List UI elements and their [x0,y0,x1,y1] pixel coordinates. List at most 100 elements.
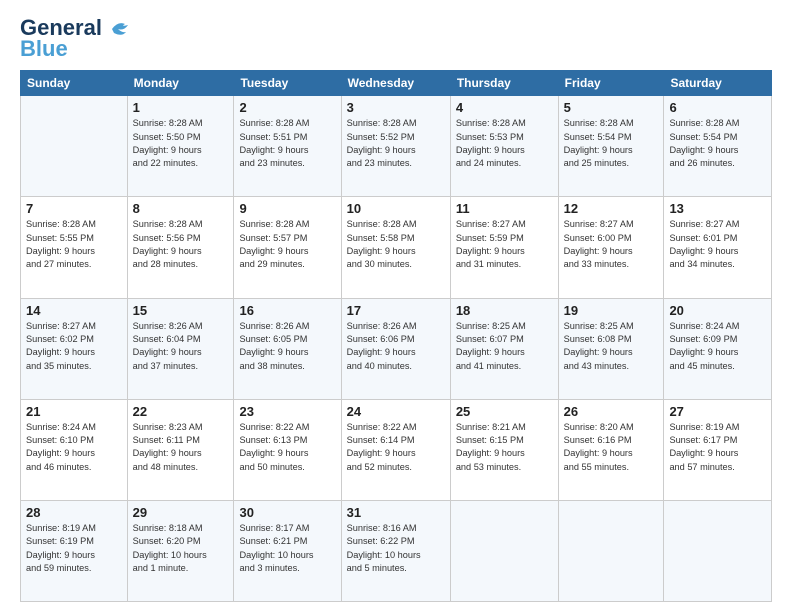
day-number: 27 [669,404,766,419]
day-number: 4 [456,100,553,115]
day-number: 18 [456,303,553,318]
weekday-header-saturday: Saturday [664,71,772,96]
calendar-cell: 7Sunrise: 8:28 AM Sunset: 5:55 PM Daylig… [21,197,128,298]
day-number: 29 [133,505,229,520]
day-info: Sunrise: 8:27 AM Sunset: 6:00 PM Dayligh… [564,218,659,271]
weekday-header-tuesday: Tuesday [234,71,341,96]
day-number: 28 [26,505,122,520]
day-number: 16 [239,303,335,318]
header: General Blue [20,16,772,62]
calendar-cell: 23 Sunrise: 8:22 AM Sunset: 6:13 PM Dayli… [234,399,341,500]
calendar-cell: 12 Sunrise: 8:27 AM Sunset: 6:00 PM Dayli… [558,197,664,298]
day-number: 11 [456,201,553,216]
calendar-cell: 2 Sunrise: 8:28 AM Sunset: 5:51 PM Daylig… [234,96,341,197]
day-number: 23 [239,404,335,419]
calendar-cell: 9Sunrise: 8:28 AM Sunset: 5:57 PM Daylig… [234,197,341,298]
calendar-cell [450,500,558,601]
day-info: Sunrise: 8:22 AM Sunset: 6:14 PM Dayligh… [347,421,445,474]
weekday-header-sunday: Sunday [21,71,128,96]
day-info: Sunrise: 8:21 AM Sunset: 6:15 PM Dayligh… [456,421,553,474]
day-info: Sunrise: 8:20 AM Sunset: 6:16 PM Dayligh… [564,421,659,474]
day-number: 1 [133,100,229,115]
day-number: 6 [669,100,766,115]
day-info: Sunrise: 8:28 AM Sunset: 5:58 PM Dayligh… [347,218,445,271]
day-number: 8 [133,201,229,216]
day-number: 13 [669,201,766,216]
day-number: 17 [347,303,445,318]
calendar-cell: 26 Sunrise: 8:20 AM Sunset: 6:16 PM Dayli… [558,399,664,500]
day-number: 7 [26,201,122,216]
calendar-cell: 17 Sunrise: 8:26 AM Sunset: 6:06 PM Dayli… [341,298,450,399]
calendar-cell: 15Sunrise: 8:26 AM Sunset: 6:04 PM Dayli… [127,298,234,399]
day-number: 24 [347,404,445,419]
day-number: 21 [26,404,122,419]
calendar-cell: 25 Sunrise: 8:21 AM Sunset: 6:15 PM Dayli… [450,399,558,500]
day-info: Sunrise: 8:24 AM Sunset: 6:09 PM Dayligh… [669,320,766,373]
calendar-week-row: 1 Sunrise: 8:28 AM Sunset: 5:50 PM Daylig… [21,96,772,197]
calendar-week-row: 14 Sunrise: 8:27 AM Sunset: 6:02 PM Dayli… [21,298,772,399]
day-info: Sunrise: 8:22 AM Sunset: 6:13 PM Dayligh… [239,421,335,474]
logo-blue: Blue [20,36,68,62]
day-number: 30 [239,505,335,520]
calendar-cell: 21 Sunrise: 8:24 AM Sunset: 6:10 PM Dayli… [21,399,128,500]
day-number: 15 [133,303,229,318]
logo-bird-icon [110,19,132,39]
calendar-cell: 24 Sunrise: 8:22 AM Sunset: 6:14 PM Dayli… [341,399,450,500]
day-info: Sunrise: 8:24 AM Sunset: 6:10 PM Dayligh… [26,421,122,474]
weekday-header-friday: Friday [558,71,664,96]
day-info: Sunrise: 8:25 AM Sunset: 6:07 PM Dayligh… [456,320,553,373]
calendar-cell [664,500,772,601]
weekday-header-wednesday: Wednesday [341,71,450,96]
day-info: Sunrise: 8:26 AM Sunset: 6:05 PM Dayligh… [239,320,335,373]
day-info: Sunrise: 8:18 AM Sunset: 6:20 PM Dayligh… [133,522,229,575]
day-info: Sunrise: 8:26 AM Sunset: 6:06 PM Dayligh… [347,320,445,373]
day-number: 20 [669,303,766,318]
calendar-cell: 27Sunrise: 8:19 AM Sunset: 6:17 PM Dayli… [664,399,772,500]
day-number: 12 [564,201,659,216]
day-info: Sunrise: 8:28 AM Sunset: 5:50 PM Dayligh… [133,117,229,170]
day-info: Sunrise: 8:16 AM Sunset: 6:22 PM Dayligh… [347,522,445,575]
day-info: Sunrise: 8:28 AM Sunset: 5:52 PM Dayligh… [347,117,445,170]
calendar-week-row: 28 Sunrise: 8:19 AM Sunset: 6:19 PM Dayli… [21,500,772,601]
calendar-cell: 13 Sunrise: 8:27 AM Sunset: 6:01 PM Dayli… [664,197,772,298]
day-info: Sunrise: 8:19 AM Sunset: 6:19 PM Dayligh… [26,522,122,575]
weekday-header-thursday: Thursday [450,71,558,96]
day-number: 25 [456,404,553,419]
calendar-cell: 3 Sunrise: 8:28 AM Sunset: 5:52 PM Daylig… [341,96,450,197]
calendar-cell [21,96,128,197]
calendar-cell: 30 Sunrise: 8:17 AM Sunset: 6:21 PM Dayli… [234,500,341,601]
day-number: 14 [26,303,122,318]
calendar-cell: 11 Sunrise: 8:27 AM Sunset: 5:59 PM Dayli… [450,197,558,298]
day-number: 10 [347,201,445,216]
calendar-cell: 14 Sunrise: 8:27 AM Sunset: 6:02 PM Dayli… [21,298,128,399]
calendar-cell: 19 Sunrise: 8:25 AM Sunset: 6:08 PM Dayli… [558,298,664,399]
calendar-cell: 28 Sunrise: 8:19 AM Sunset: 6:19 PM Dayli… [21,500,128,601]
day-info: Sunrise: 8:25 AM Sunset: 6:08 PM Dayligh… [564,320,659,373]
day-number: 22 [133,404,229,419]
calendar-cell: 31Sunrise: 8:16 AM Sunset: 6:22 PM Dayli… [341,500,450,601]
calendar-cell: 8 Sunrise: 8:28 AM Sunset: 5:56 PM Daylig… [127,197,234,298]
day-info: Sunrise: 8:27 AM Sunset: 5:59 PM Dayligh… [456,218,553,271]
day-number: 19 [564,303,659,318]
day-info: Sunrise: 8:27 AM Sunset: 6:02 PM Dayligh… [26,320,122,373]
day-info: Sunrise: 8:28 AM Sunset: 5:56 PM Dayligh… [133,218,229,271]
calendar-cell: 10 Sunrise: 8:28 AM Sunset: 5:58 PM Dayli… [341,197,450,298]
calendar-cell [558,500,664,601]
day-info: Sunrise: 8:27 AM Sunset: 6:01 PM Dayligh… [669,218,766,271]
day-number: 5 [564,100,659,115]
day-info: Sunrise: 8:28 AM Sunset: 5:51 PM Dayligh… [239,117,335,170]
day-number: 2 [239,100,335,115]
day-number: 3 [347,100,445,115]
day-info: Sunrise: 8:28 AM Sunset: 5:53 PM Dayligh… [456,117,553,170]
day-info: Sunrise: 8:17 AM Sunset: 6:21 PM Dayligh… [239,522,335,575]
calendar-week-row: 7Sunrise: 8:28 AM Sunset: 5:55 PM Daylig… [21,197,772,298]
day-number: 9 [239,201,335,216]
calendar-cell: 6 Sunrise: 8:28 AM Sunset: 5:54 PM Daylig… [664,96,772,197]
day-info: Sunrise: 8:28 AM Sunset: 5:54 PM Dayligh… [669,117,766,170]
weekday-header-row: SundayMondayTuesdayWednesdayThursdayFrid… [21,71,772,96]
day-number: 26 [564,404,659,419]
calendar-table: SundayMondayTuesdayWednesdayThursdayFrid… [20,70,772,602]
calendar-cell: 4 Sunrise: 8:28 AM Sunset: 5:53 PM Daylig… [450,96,558,197]
calendar-page: General Blue SundayMondayTuesdayWednesda… [0,0,792,612]
calendar-cell: 29 Sunrise: 8:18 AM Sunset: 6:20 PM Dayli… [127,500,234,601]
